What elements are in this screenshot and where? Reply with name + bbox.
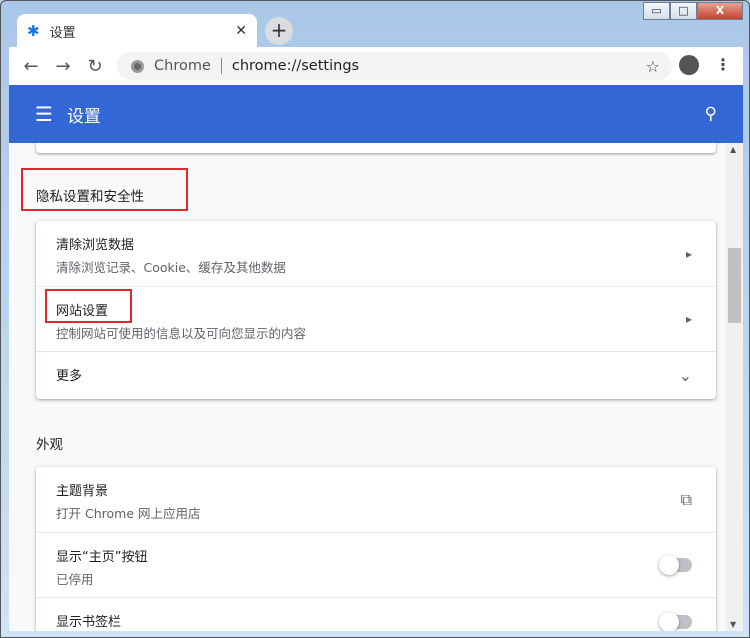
browser-window: ▭ □ X ✱ 设置 ✕ + ← → ↻ Chrome chrome://set… xyxy=(0,0,750,638)
url-text[interactable]: chrome://settings xyxy=(232,58,359,74)
new-tab-button[interactable]: + xyxy=(265,17,293,45)
search-icon[interactable]: ⚲ xyxy=(705,104,717,124)
section-heading-appearance: 外观 xyxy=(36,437,63,453)
privacy-card: 清除浏览数据 清除浏览记录、Cookie、缓存及其他数据 ▸ 网站设置 控制网站… xyxy=(36,221,716,399)
item-subtitle: 已停用 xyxy=(56,572,94,587)
appearance-card: 主题背景 打开 Chrome 网上应用店 ⧉ 显示“主页”按钮 已停用 显示书签… xyxy=(36,467,716,631)
divider xyxy=(220,58,222,74)
chrome-icon xyxy=(131,59,144,73)
forward-button[interactable]: → xyxy=(47,56,79,77)
item-title: 主题背景 xyxy=(56,484,109,499)
address-bar[interactable]: Chrome chrome://settings ☆ xyxy=(117,52,672,80)
tab-title: 设置 xyxy=(49,25,76,41)
item-subtitle: 控制网站可使用的信息以及可向您显示的内容 xyxy=(56,326,307,341)
list-item-show-bookmarks-bar[interactable]: 显示书签栏 xyxy=(36,597,716,631)
minimize-button[interactable]: ▭ xyxy=(643,2,670,20)
item-title: 显示“主页”按钮 xyxy=(56,550,148,565)
item-title: 清除浏览数据 xyxy=(56,238,135,253)
item-subtitle: 打开 Chrome 网上应用店 xyxy=(56,506,201,521)
more-menu-icon[interactable]: ⋮ xyxy=(715,55,731,74)
gear-icon: ✱ xyxy=(27,22,40,40)
star-icon[interactable]: ☆ xyxy=(646,57,660,76)
previous-card xyxy=(36,143,716,153)
tab-settings[interactable]: ✱ 设置 ✕ xyxy=(17,14,257,48)
scrollbar-thumb[interactable] xyxy=(728,248,741,323)
list-item-show-home-button[interactable]: 显示“主页”按钮 已停用 xyxy=(36,532,716,597)
highlight-box xyxy=(45,289,132,323)
arrow-right-icon: ▸ xyxy=(685,246,692,261)
list-item-clear-browsing-data[interactable]: 清除浏览数据 清除浏览记录、Cookie、缓存及其他数据 ▸ xyxy=(36,221,716,286)
tab-close-icon[interactable]: ✕ xyxy=(235,23,247,39)
list-item-site-settings[interactable]: 网站设置 控制网站可使用的信息以及可向您显示的内容 ▸ xyxy=(36,286,716,351)
bookmarks-bar-toggle[interactable] xyxy=(659,612,692,631)
back-button[interactable]: ← xyxy=(15,56,47,77)
scrollbar[interactable]: ▲ ▼ xyxy=(726,143,743,631)
highlight-box xyxy=(21,168,188,211)
arrow-right-icon: ▸ xyxy=(685,312,692,326)
chevron-down-icon: ⌄ xyxy=(678,365,692,385)
home-button-toggle[interactable] xyxy=(659,555,692,575)
site-label: Chrome xyxy=(154,58,211,74)
list-item-more[interactable]: 更多 ⌄ xyxy=(36,351,716,399)
menu-icon[interactable]: ☰ xyxy=(35,102,53,126)
item-title: 更多 xyxy=(56,369,83,384)
item-subtitle: 清除浏览记录、Cookie、缓存及其他数据 xyxy=(56,260,286,275)
scroll-down-icon[interactable]: ▼ xyxy=(730,620,736,629)
list-item-theme[interactable]: 主题背景 打开 Chrome 网上应用店 ⧉ xyxy=(36,467,716,532)
settings-header: ☰ 设置 ⚲ xyxy=(9,85,743,143)
toolbar: ← → ↻ Chrome chrome://settings ☆ ⋮ xyxy=(9,47,743,85)
settings-content: 隐私设置和安全性 清除浏览数据 清除浏览记录、Cookie、缓存及其他数据 ▸ … xyxy=(9,143,726,631)
account-icon[interactable] xyxy=(679,55,699,75)
external-link-icon[interactable]: ⧉ xyxy=(681,490,692,510)
maximize-button[interactable]: □ xyxy=(670,2,697,20)
scroll-up-icon[interactable]: ▲ xyxy=(730,145,736,154)
reload-button[interactable]: ↻ xyxy=(79,56,111,77)
page-title: 设置 xyxy=(66,106,101,127)
close-window-button[interactable]: X xyxy=(697,2,743,20)
item-title: 显示书签栏 xyxy=(56,615,122,630)
item-title: 网站设置 xyxy=(56,304,109,319)
